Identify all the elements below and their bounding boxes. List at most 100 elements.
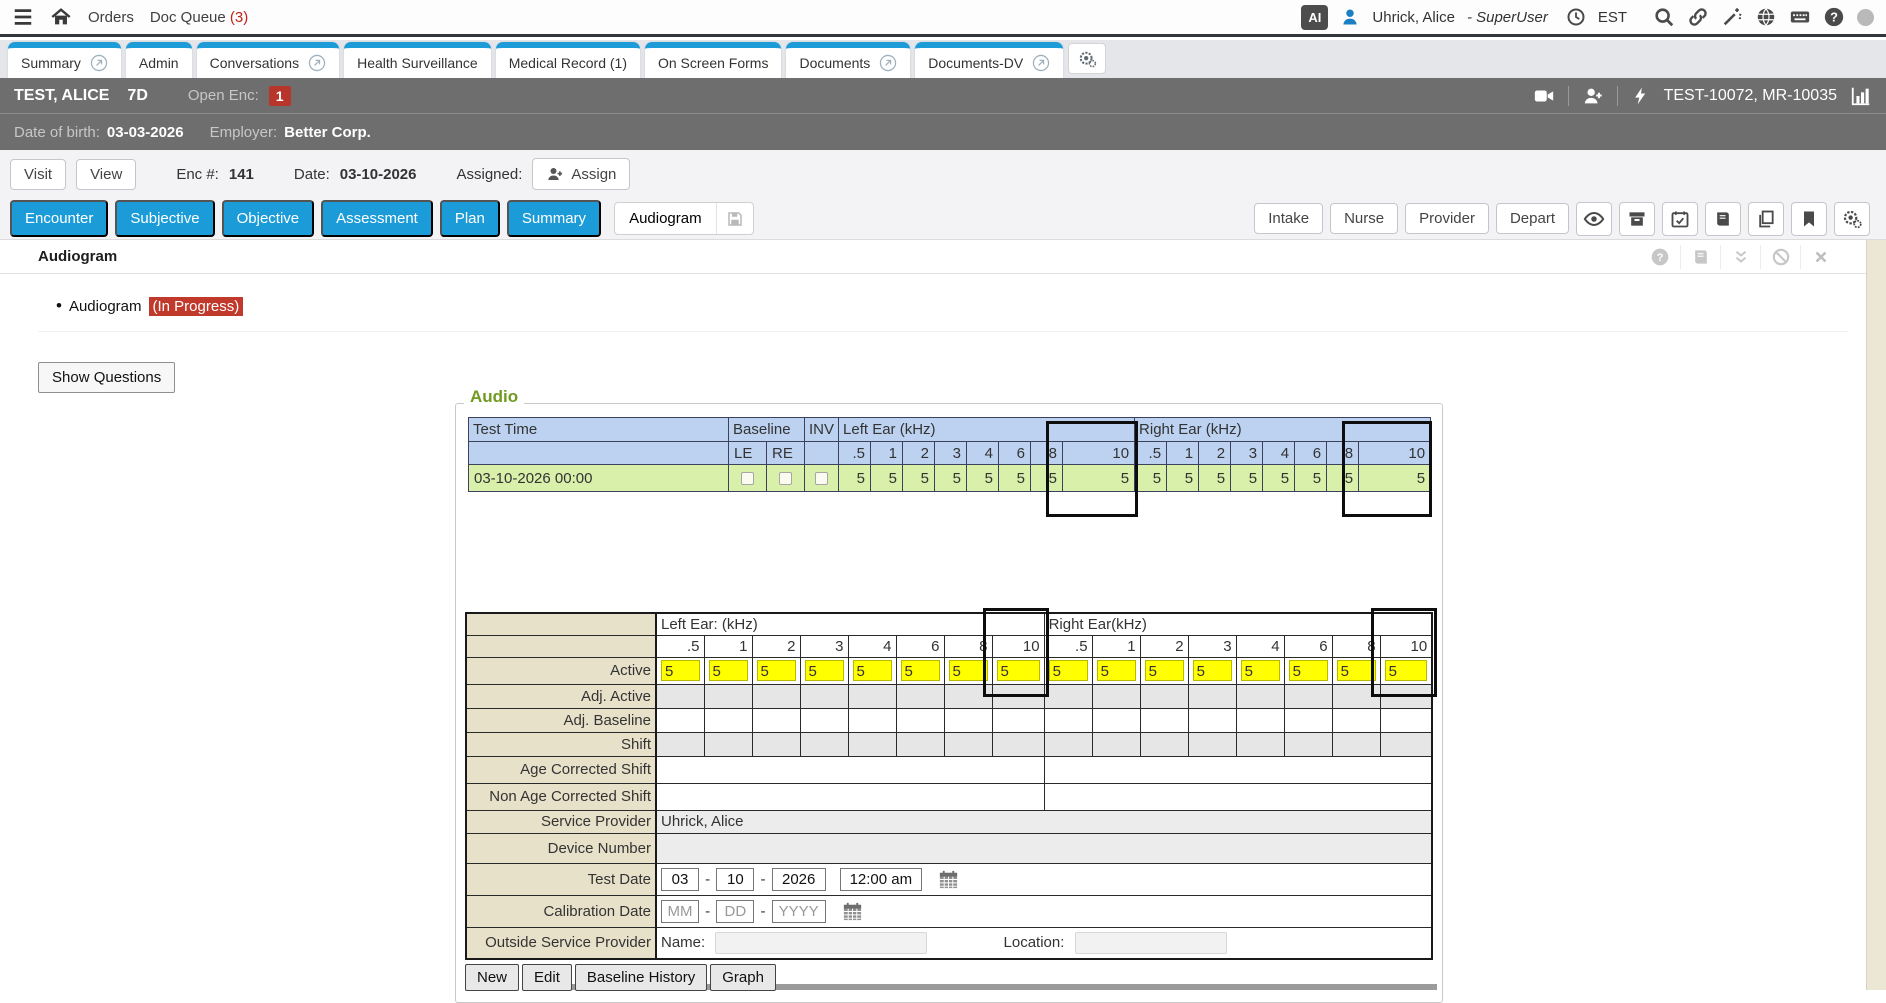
add-user-icon[interactable] (1582, 85, 1604, 107)
active-input-cell[interactable]: 5 (757, 660, 796, 681)
audiogram-list-item[interactable]: • Audiogram (In Progress) (56, 296, 243, 316)
new-button[interactable]: New (465, 964, 519, 991)
active-input-cell[interactable]: 5 (805, 660, 844, 681)
tab-settings-gear-button[interactable] (1068, 43, 1106, 74)
collapse-button[interactable] (1720, 245, 1760, 269)
eye-view-button[interactable] (1576, 202, 1612, 236)
active-input-cell[interactable]: 5 (1241, 660, 1280, 681)
audiogram-doc-tab[interactable]: Audiogram (614, 202, 754, 235)
assign-button[interactable]: Assign (532, 158, 630, 190)
archive-button[interactable] (1619, 202, 1655, 236)
calibration-day-input[interactable] (716, 900, 754, 923)
active-input-cell[interactable]: 5 (997, 660, 1040, 681)
audiogram-item-label[interactable]: Audiogram (69, 298, 142, 315)
enc-number-value: 141 (229, 166, 254, 183)
encounter-section-button[interactable]: Encounter (10, 200, 108, 237)
active-input-cell[interactable]: 5 (709, 660, 748, 681)
age-corrected-shift-right (1044, 756, 1432, 783)
test-time-value[interactable]: 03-10-2026 00:00 (469, 465, 729, 492)
globe-icon[interactable] (1755, 6, 1777, 28)
device-number-label: Device Number (466, 833, 656, 863)
tab-admin[interactable]: Admin (126, 42, 192, 78)
wand-icon[interactable] (1721, 6, 1743, 28)
user-name[interactable]: Uhrick, Alice (1372, 9, 1455, 26)
view-button[interactable]: View (76, 159, 136, 190)
calendar-icon[interactable] (842, 901, 863, 922)
outside-name-input[interactable] (715, 932, 927, 954)
chart-icon[interactable] (1850, 85, 1872, 107)
test-time-input[interactable] (840, 868, 922, 891)
summary-section-button[interactable]: Summary (507, 200, 601, 237)
calendar-icon[interactable] (938, 869, 959, 890)
hamburger-menu-icon[interactable] (12, 6, 34, 28)
help-circle-button[interactable]: ? (1640, 245, 1680, 269)
shift-cell (992, 732, 1044, 756)
tab-conversations[interactable]: Conversations (197, 42, 340, 78)
provider-button[interactable]: Provider (1405, 203, 1489, 234)
help-icon[interactable]: ? (1823, 6, 1845, 28)
tab-medical-record[interactable]: Medical Record (1) (496, 42, 640, 78)
active-input-cell[interactable]: 5 (1289, 660, 1328, 681)
plan-section-button[interactable]: Plan (440, 200, 500, 237)
active-input-cell[interactable]: 5 (901, 660, 940, 681)
graph-button[interactable]: Graph (710, 964, 776, 991)
nurse-button[interactable]: Nurse (1330, 203, 1398, 234)
test-date-day-input[interactable] (716, 868, 754, 891)
calendar-check-button[interactable] (1662, 202, 1698, 236)
assessment-section-button[interactable]: Assessment (321, 200, 433, 237)
active-input-cell[interactable]: 5 (949, 660, 988, 681)
edit-button[interactable]: Edit (522, 964, 572, 991)
copy-button[interactable] (1748, 202, 1784, 236)
show-questions-button[interactable]: Show Questions (38, 362, 175, 393)
tab-documents-dv[interactable]: Documents-DV (915, 42, 1063, 78)
keyboard-icon[interactable] (1789, 6, 1811, 28)
inv-checkbox[interactable] (815, 472, 828, 485)
close-button[interactable] (1800, 245, 1840, 269)
tab-documents[interactable]: Documents (786, 42, 910, 78)
save-icon[interactable] (716, 203, 753, 234)
ai-badge[interactable]: AI (1301, 5, 1328, 30)
subjective-section-button[interactable]: Subjective (115, 200, 214, 237)
bookmark-button[interactable] (1791, 202, 1827, 236)
settings-gears-button[interactable] (1834, 202, 1870, 236)
menu-item-orders[interactable]: Orders (88, 9, 134, 26)
open-enc-count-badge[interactable]: 1 (269, 86, 291, 106)
freq-header-cell: 2 (1140, 635, 1188, 657)
home-icon[interactable] (50, 6, 72, 28)
tab-summary[interactable]: Summary (8, 42, 121, 78)
bolt-icon[interactable] (1631, 86, 1651, 106)
active-input-cell[interactable]: 5 (1337, 660, 1376, 681)
active-input-cell[interactable]: 5 (1193, 660, 1232, 681)
intake-button[interactable]: Intake (1254, 203, 1323, 234)
divider (1617, 86, 1618, 106)
baseline-re-checkbox[interactable] (779, 472, 792, 485)
active-input-cell[interactable]: 5 (1097, 660, 1136, 681)
tab-on-screen-forms[interactable]: On Screen Forms (645, 42, 781, 78)
visit-button[interactable]: Visit (10, 159, 66, 190)
search-icon[interactable] (1653, 6, 1675, 28)
active-input-cell[interactable]: 5 (1049, 660, 1088, 681)
active-input-cell[interactable]: 5 (1145, 660, 1184, 681)
link-icon[interactable] (1687, 6, 1709, 28)
menu-item-doc-queue[interactable]: Doc Queue (3) (150, 9, 248, 26)
calibration-month-input[interactable] (661, 900, 699, 923)
outside-location-input[interactable] (1075, 932, 1227, 954)
video-camera-icon[interactable] (1533, 85, 1555, 107)
journal-button[interactable] (1705, 202, 1741, 236)
patient-ids: TEST-10072, MR-10035 (1664, 87, 1837, 105)
calibration-year-input[interactable] (772, 900, 826, 923)
active-input-cell[interactable]: 5 (853, 660, 892, 681)
result-row[interactable]: 03-10-2026 00:00 5 5 5 5 5 5 5 5 5 5 5 5… (469, 465, 1431, 492)
baseline-history-button[interactable]: Baseline History (575, 964, 707, 991)
test-date-year-input[interactable] (772, 868, 826, 891)
active-input-cell[interactable]: 5 (1385, 660, 1428, 681)
depart-button[interactable]: Depart (1496, 203, 1569, 234)
audiogram-section-header: Audiogram ? (0, 240, 1886, 274)
tab-health-surveillance[interactable]: Health Surveillance (344, 42, 491, 78)
test-date-month-input[interactable] (661, 868, 699, 891)
baseline-le-checkbox[interactable] (741, 472, 754, 485)
objective-section-button[interactable]: Objective (222, 200, 315, 237)
status-dot (1857, 9, 1874, 26)
active-input-cell[interactable]: 5 (661, 660, 700, 681)
adj-baseline-cell (752, 708, 800, 732)
